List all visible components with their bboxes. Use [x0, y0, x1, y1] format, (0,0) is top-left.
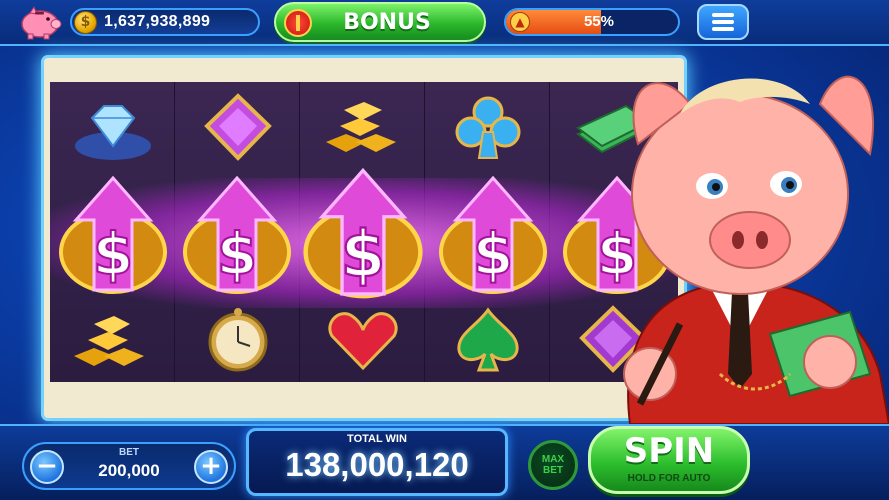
bonus-button[interactable]: BONUS	[274, 2, 486, 42]
diamond-icon	[75, 105, 151, 160]
level-up-arrow-icon: ▲	[510, 12, 530, 32]
max-bet-button[interactable]: MAX BET	[528, 440, 578, 490]
max-bet-label: MAX BET	[541, 454, 565, 476]
total-win-label: TOTAL WIN	[347, 433, 407, 445]
svg-text:$: $	[473, 220, 513, 288]
pocket-watch-icon	[208, 308, 268, 372]
dollar-arrow-icon: $	[439, 175, 547, 294]
spin-label: SPIN	[623, 431, 715, 471]
gold-bars-icon	[74, 316, 144, 366]
blue-club-icon	[455, 96, 521, 159]
bottom-bar: − BET 200,000 + TOTAL WIN 138,000,120 MA…	[0, 424, 889, 500]
coin-balance[interactable]: $ 1,637,938,899	[70, 8, 260, 36]
reel-area: $ $ $ $ $	[50, 82, 678, 382]
top-bar: $ 1,637,938,899 BONUS ▲ 55%	[0, 0, 889, 46]
purple-gem-icon	[204, 93, 272, 161]
level-progress-text: 55%	[583, 13, 614, 30]
menu-button[interactable]	[697, 4, 749, 40]
gold-bars-icon	[326, 102, 396, 152]
menu-icon-bar-1	[712, 13, 734, 17]
piggy-bank-icon[interactable]	[18, 4, 62, 40]
level-progress-bar[interactable]: ▲ 55%	[504, 8, 680, 36]
slot-machine-frame: $ $ $ $ $	[44, 58, 684, 418]
dollar-arrow-icon: $	[303, 167, 423, 299]
bet-panel: − BET 200,000 +	[22, 442, 236, 490]
pig-mascot	[623, 75, 889, 424]
total-win-value: 138,000,120	[285, 446, 469, 483]
coin-icon: $	[74, 11, 97, 34]
svg-text:$: $	[93, 220, 133, 288]
green-spade-icon	[457, 307, 519, 372]
total-win-panel: TOTAL WIN 138,000,120	[246, 428, 508, 496]
svg-text:$: $	[217, 220, 257, 288]
spin-sub-label: HOLD FOR AUTO	[627, 473, 711, 484]
bonus-label: BONUS	[343, 10, 431, 35]
coin-balance-value: 1,637,938,899	[104, 13, 211, 30]
spin-button[interactable]: SPIN HOLD FOR AUTO	[588, 426, 750, 494]
menu-icon-bar-3	[712, 27, 734, 31]
dollar-arrow-icon: $	[183, 175, 291, 294]
svg-text:$: $	[341, 218, 386, 292]
menu-icon-bar-2	[712, 20, 734, 24]
dollar-arrow-icon: $	[59, 175, 167, 294]
increase-bet-button[interactable]: +	[194, 450, 228, 484]
